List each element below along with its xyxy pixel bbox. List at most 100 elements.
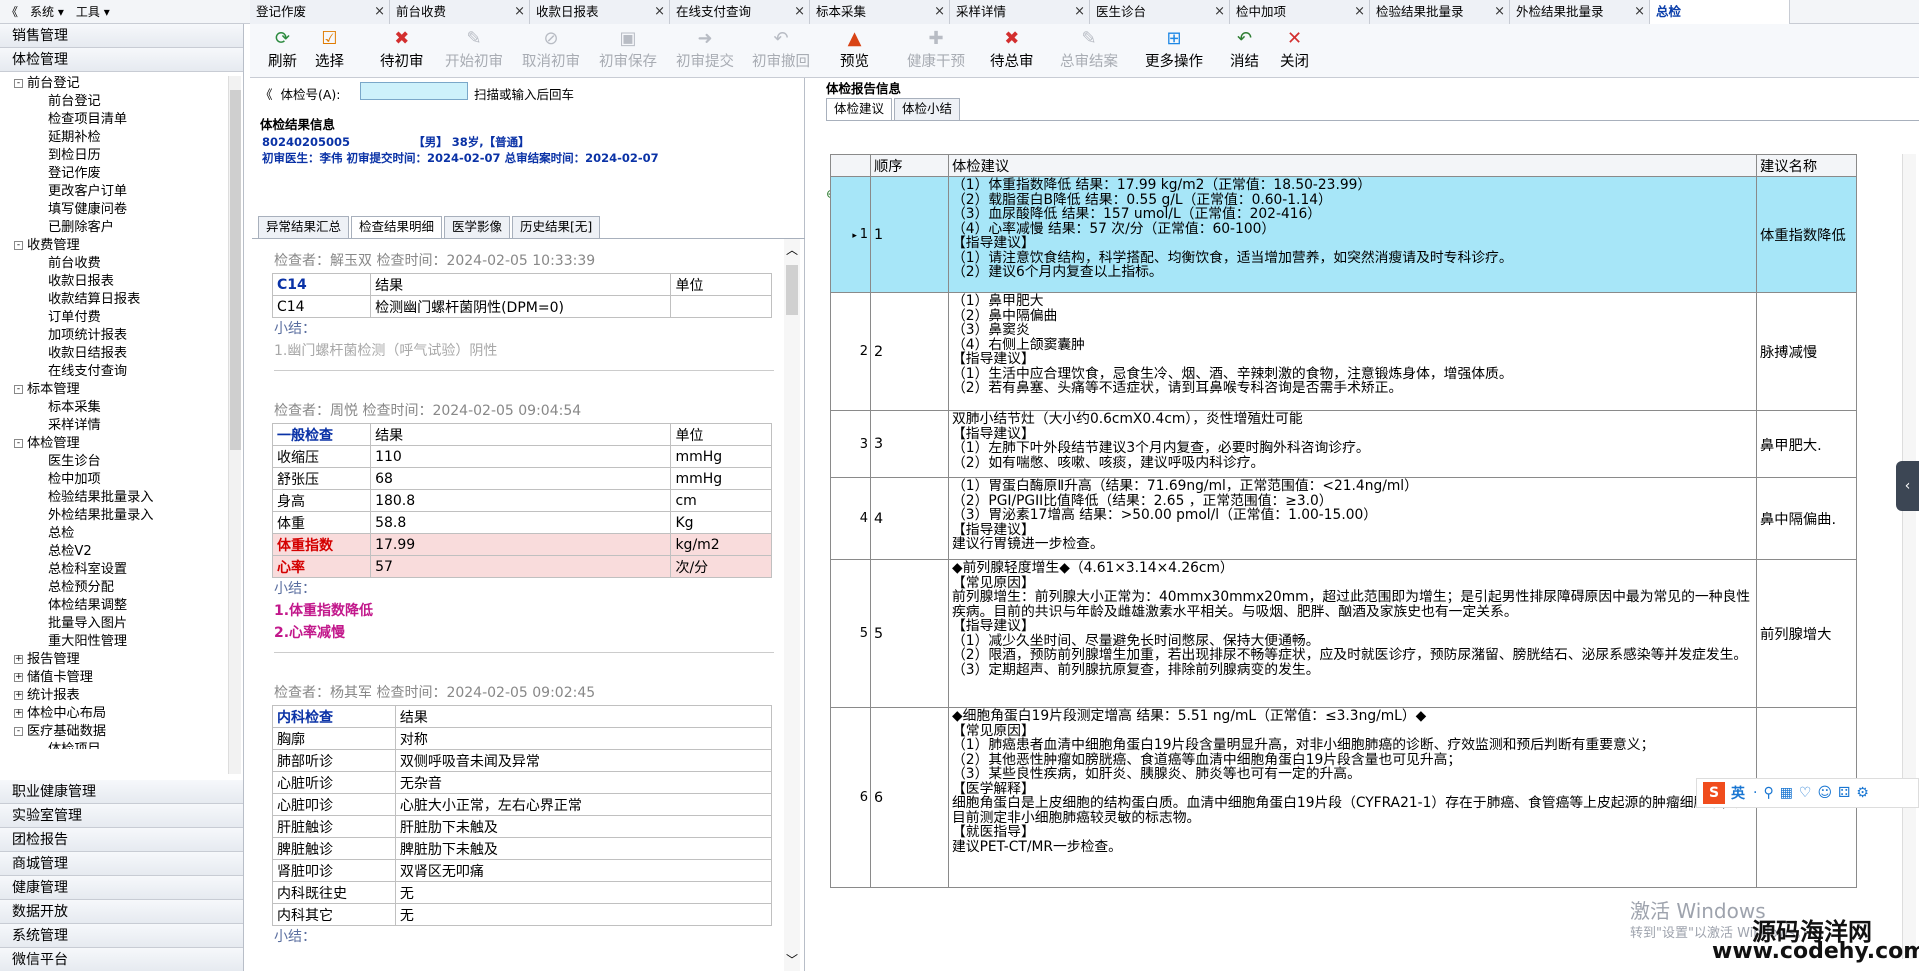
report-tab-0[interactable]: 体检建议	[826, 98, 893, 120]
suggestion-name[interactable]: 前列腺增大	[1756, 559, 1857, 708]
tab-2[interactable]: 收款日报表 ×	[530, 0, 670, 24]
nav-item[interactable]: 收款日报表	[48, 273, 114, 291]
detail-scrollbar[interactable]: ︿ ﹀	[784, 239, 800, 971]
collapse-icon[interactable]: -	[14, 78, 23, 88]
nav-item[interactable]: 体检结果调整	[48, 597, 127, 615]
exam-no-input[interactable]	[360, 82, 468, 100]
row-indicator[interactable]: 3	[830, 410, 871, 478]
suggestion-text[interactable]: ◆细胞角蛋白19片段测定增高 结果：5.51 ng/mL（正常值：≤3.3ng/…	[948, 707, 1757, 888]
toolbar-button-12[interactable]: ⊞ 更多操作	[1145, 28, 1203, 71]
nav-group[interactable]: + 体检中心布局	[14, 705, 106, 723]
row-order[interactable]: 1	[870, 176, 949, 293]
close-icon[interactable]: ×	[1074, 0, 1085, 23]
collapse-icon[interactable]: -	[14, 240, 23, 250]
sidebar-section[interactable]: 系统管理	[0, 924, 243, 948]
nav-item[interactable]: 加项统计报表	[48, 327, 127, 345]
sidebar-section[interactable]: 销售管理	[0, 24, 243, 48]
sidebar-section[interactable]: 健康管理	[0, 876, 243, 900]
toolbar-button-13[interactable]: ↶ 消结	[1230, 28, 1259, 71]
nav-item[interactable]: 医生诊台	[48, 453, 101, 471]
side-expand-button[interactable]: ‹	[1896, 461, 1919, 511]
expand-icon[interactable]: +	[14, 690, 23, 700]
tools-menu[interactable]: 工具 ▾	[70, 3, 116, 20]
nav-item[interactable]: 检中加项	[48, 471, 101, 489]
tab-5[interactable]: 采样详情 ×	[950, 0, 1090, 24]
grid-scrollbar[interactable]	[1902, 154, 1916, 959]
nav-item[interactable]: 重大阳性管理	[48, 633, 127, 651]
sidebar-section[interactable]: 团检报告	[0, 828, 243, 852]
row-indicator[interactable]: 2	[830, 292, 871, 411]
suggestion-text[interactable]: 双肺小结节灶（大小约0.6cmX0.4cm），炎性增殖灶可能 【指导建议】 （1…	[948, 410, 1757, 478]
close-icon[interactable]: ×	[1214, 0, 1225, 23]
toolbar-button-4[interactable]: ⊘ 取消初审	[522, 28, 580, 71]
ime-toolbar[interactable]: S 英 ·⚲▦♡☺⚃⚙	[1696, 778, 1919, 808]
toolbar-button-2[interactable]: ✖ 待初审	[380, 28, 424, 71]
row-indicator[interactable]: ▸ 1	[830, 176, 871, 293]
row-indicator[interactable]: 6	[830, 707, 871, 888]
table-row[interactable]: ▸ 1 1 （1）体重指数降低 结果：17.99 kg/m2（正常值：18.50-2…	[830, 176, 1857, 293]
result-tab-2[interactable]: 医学影像	[444, 216, 511, 238]
result-tab-3[interactable]: 历史结果[无]	[512, 216, 601, 238]
nav-item[interactable]: 更改客户订单	[48, 183, 127, 201]
row-order[interactable]: 2	[870, 292, 949, 411]
close-icon[interactable]: ×	[374, 0, 385, 23]
nav-item[interactable]: 检查项目清单	[48, 111, 127, 129]
tab-10[interactable]: 总检	[1650, 0, 1790, 24]
collapse-menu-button[interactable]: 《	[0, 3, 24, 20]
expand-icon[interactable]: +	[14, 672, 23, 682]
table-row[interactable]: 4 4 （1）胃蛋白酶原Ⅱ升高（结果：71.69ng/ml，正常范围值：<21.4n…	[830, 477, 1857, 560]
nav-item[interactable]: 收款结算日报表	[48, 291, 140, 309]
expand-icon[interactable]: +	[14, 708, 23, 718]
toolbar-button-10[interactable]: ✖ 待总审	[990, 28, 1034, 71]
close-icon[interactable]: ×	[654, 0, 665, 23]
nav-item[interactable]: 检验结果批量录入	[48, 489, 154, 507]
row-indicator[interactable]: 4	[830, 477, 871, 560]
tab-1[interactable]: 前台收费 ×	[390, 0, 530, 24]
ime-mode-label[interactable]: 英	[1731, 783, 1745, 803]
nav-item[interactable]: 总检预分配	[48, 579, 114, 597]
nav-item[interactable]: 已删除客户	[48, 219, 114, 237]
sidebar-section[interactable]: 体检管理	[0, 48, 243, 72]
nav-item[interactable]: 采样详情	[48, 417, 101, 435]
toolbar-button-6[interactable]: ➜ 初审提交	[676, 28, 734, 71]
close-icon[interactable]: ×	[794, 0, 805, 23]
report-tab-1[interactable]: 体检小结	[894, 98, 961, 120]
table-row[interactable]: 2 2 （1）鼻甲肥大 （2）鼻中隔偏曲 （3）鼻窦炎 （4）右侧上颌窦囊肿 【指导…	[830, 292, 1857, 411]
toolbar-button-8[interactable]: ▲ 预览	[840, 28, 869, 71]
nav-item[interactable]: 总检	[48, 525, 74, 543]
sidebar-section[interactable]: 微信平台	[0, 948, 243, 971]
nav-group[interactable]: - 前台登记	[14, 75, 80, 93]
nav-item[interactable]: 前台登记	[48, 93, 101, 111]
nav-item[interactable]: 登记作废	[48, 165, 101, 183]
nav-item[interactable]: 收款日结报表	[48, 345, 127, 363]
toolbar-button-9[interactable]: ✚ 健康干预	[907, 28, 965, 71]
close-icon[interactable]: ×	[514, 0, 525, 23]
suggestion-name[interactable]: 脉搏减慢	[1756, 292, 1857, 411]
tab-4[interactable]: 标本采集 ×	[810, 0, 950, 24]
nav-group[interactable]: - 医疗基础数据	[14, 723, 106, 741]
collapse-left-button[interactable]: 《	[260, 87, 273, 102]
close-icon[interactable]: ×	[1634, 0, 1645, 23]
row-order[interactable]: 6	[870, 707, 949, 888]
tab-0[interactable]: 登记作废 ×	[250, 0, 390, 24]
close-icon[interactable]: ×	[1354, 0, 1365, 23]
nav-item[interactable]: 标本采集	[48, 399, 101, 417]
tab-6[interactable]: 医生诊台 ×	[1090, 0, 1230, 24]
nav-group[interactable]: - 收费管理	[14, 237, 80, 255]
sidebar-section[interactable]: 实验室管理	[0, 804, 243, 828]
nav-item[interactable]: 在线支付查询	[48, 363, 127, 381]
toolbar-button-0[interactable]: ⟳ 刷新	[268, 28, 297, 71]
toolbar-button-1[interactable]: ☑ 选择	[315, 28, 344, 71]
nav-item[interactable]: 外检结果批量录入	[48, 507, 154, 525]
row-order[interactable]: 5	[870, 559, 949, 708]
nav-item[interactable]: 订单付费	[48, 309, 101, 327]
suggestion-name[interactable]: 体重指数降低	[1756, 176, 1857, 293]
tab-8[interactable]: 检验结果批量录 ×	[1370, 0, 1510, 24]
result-tab-0[interactable]: 异常结果汇总	[258, 216, 350, 238]
suggestion-text[interactable]: （1）体重指数降低 结果：17.99 kg/m2（正常值：18.50-23.99…	[948, 176, 1757, 293]
nav-group[interactable]: - 标本管理	[14, 381, 80, 399]
nav-item[interactable]: 到检日历	[48, 147, 101, 165]
result-tab-1[interactable]: 检查结果明细	[351, 216, 443, 238]
nav-group[interactable]: + 储值卡管理	[14, 669, 93, 687]
nav-item[interactable]: 延期补检	[48, 129, 101, 147]
